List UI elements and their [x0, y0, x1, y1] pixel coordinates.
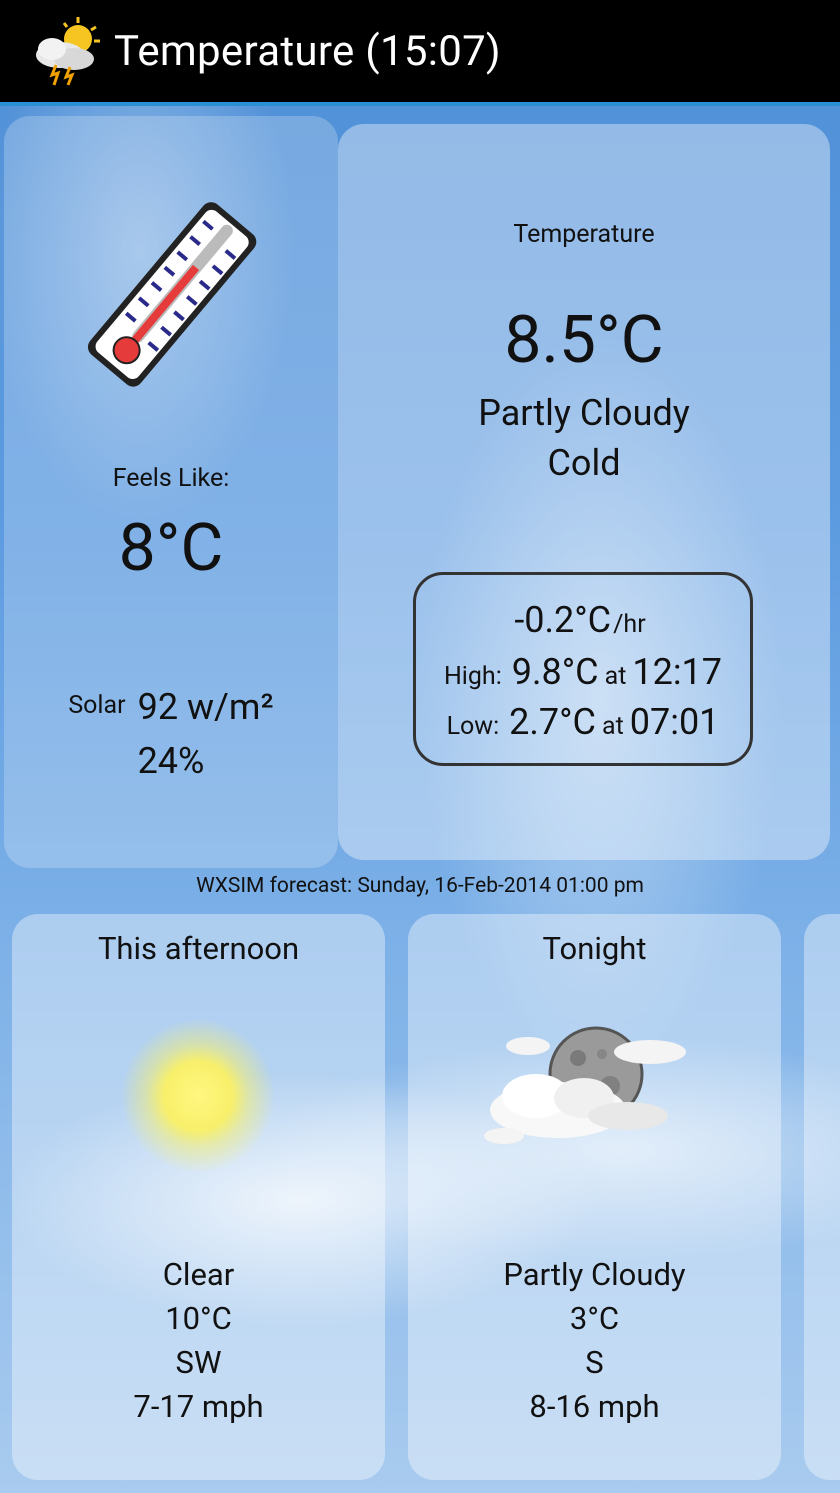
- sun-icon: [118, 1016, 278, 1176]
- current-temperature: 8.5°C: [504, 302, 664, 379]
- temperature-panel: Temperature 8.5°C Partly Cloudy Cold -0.…: [338, 124, 830, 860]
- forecast-card[interactable]: Tonight Partly Cloudy 3°C S 8-16 mph: [408, 914, 781, 1480]
- forecast-condition: Partly Cloudy: [503, 1256, 686, 1293]
- page-title: Temperature (15:07): [114, 26, 501, 76]
- low-label: Low:: [446, 712, 500, 741]
- current-condition: Partly Cloudy: [478, 392, 690, 434]
- temperature-panel-title: Temperature: [513, 220, 655, 249]
- weather-app-icon[interactable]: [30, 15, 102, 87]
- feels-like-panel: Feels Like: 8°C Solar 92 w/m² 24%: [4, 116, 338, 868]
- solar-label: Solar: [68, 691, 126, 720]
- thermometer-icon: [82, 198, 262, 388]
- forecast-caption: WXSIM forecast: Sunday, 16-Feb-2014 01:0…: [196, 874, 644, 898]
- solar-percent: 24%: [137, 740, 205, 782]
- forecast-temp: 3°C: [569, 1300, 620, 1337]
- moon-cloud-icon: [478, 1014, 708, 1164]
- forecast-period-title: Tonight: [542, 930, 647, 967]
- feels-like-value: 8°C: [118, 510, 224, 587]
- high-value: 9.8°C: [511, 651, 599, 693]
- low-at: at: [601, 712, 624, 741]
- high-time: 12:17: [632, 651, 723, 693]
- forecast-period-title: This afternoon: [97, 930, 300, 967]
- app-title-bar: Temperature (15:07): [0, 0, 840, 106]
- forecast-card[interactable]: This afternoon Clear 10°C SW 7-17 mph: [12, 914, 385, 1480]
- forecast-temp: 10°C: [165, 1300, 232, 1337]
- low-time: 07:01: [629, 701, 720, 743]
- high-at: at: [604, 662, 627, 691]
- trend-unit: /hr: [613, 610, 646, 639]
- temperature-trend-box: -0.2°C /hr High: 9.8°C at 12:17 Low: 2.7…: [413, 572, 753, 766]
- forecast-wind-speed: 7-17 mph: [133, 1388, 264, 1425]
- forecast-card-partial[interactable]: [804, 914, 840, 1480]
- feels-like-label: Feels Like:: [112, 464, 230, 493]
- solar-value: 92 w/m²: [137, 686, 274, 728]
- high-label: High:: [443, 662, 502, 691]
- forecast-condition: Clear: [162, 1256, 235, 1293]
- current-feel: Cold: [547, 442, 621, 484]
- trend-value: -0.2°C: [514, 599, 612, 641]
- low-value: 2.7°C: [509, 701, 596, 743]
- forecast-wind-dir: S: [585, 1344, 604, 1381]
- forecast-wind-speed: 8-16 mph: [529, 1388, 660, 1425]
- forecast-wind-dir: SW: [175, 1344, 222, 1381]
